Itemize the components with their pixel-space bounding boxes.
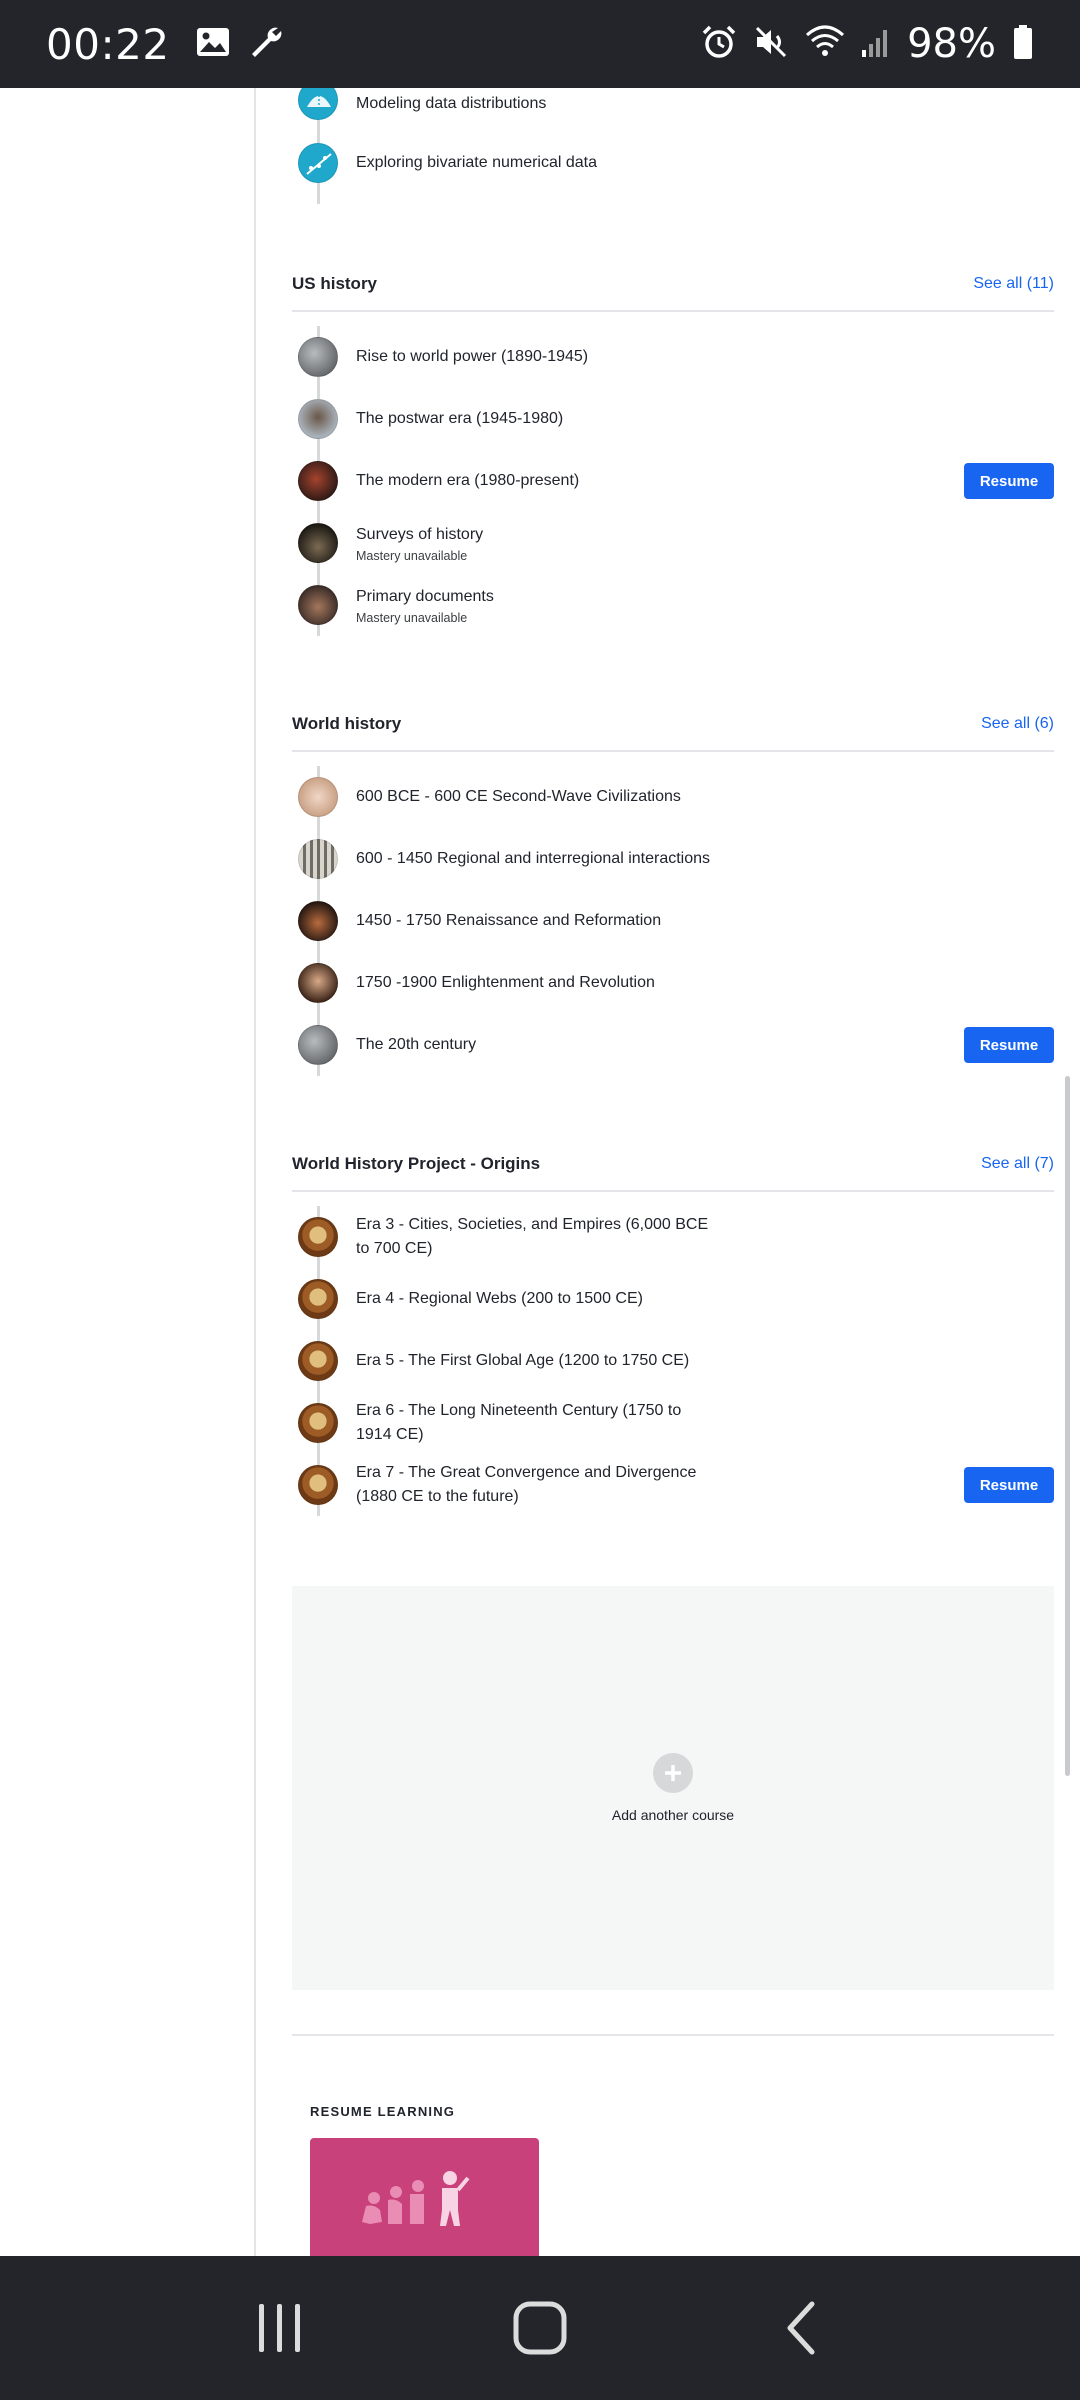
battery-icon [1012,24,1034,65]
mute-icon [753,24,789,65]
section-title[interactable]: US history [292,274,377,294]
math-units-partial: Modeling data distributions Exploring bi… [292,88,1054,204]
unit-title: Rise to world power (1890-1945) [356,348,589,365]
list-item[interactable]: 600 - 1450 Regional and interregional in… [292,828,1054,890]
gallery-icon [196,27,230,62]
unit-thumbnail-icon [298,1403,338,1443]
divider [292,750,1054,752]
unit-title: Primary documents [356,588,494,605]
status-bar: 00:22 98% [0,0,1080,88]
unit-title: 1450 - 1750 Renaissance and Reformation [356,912,662,929]
plus-icon [653,1753,693,1793]
unit-thumbnail-icon [298,901,338,941]
unit-thumbnail-icon [298,1465,338,1505]
unit-thumbnail-icon [298,523,338,563]
system-nav-bar [0,2256,1080,2400]
see-all-link[interactable]: See all (7) [981,1155,1054,1173]
home-icon [513,2301,567,2355]
unit-thumbnail-icon [298,1217,338,1257]
recent-apps-icon [259,2304,300,2352]
unit-title: Surveys of history [356,526,484,543]
list-item[interactable]: Primary documents Mastery unavailable [292,574,1054,636]
signal-icon [861,26,891,63]
divider [292,310,1054,312]
list-item[interactable]: Era 7 - The Great Convergence and Diverg… [292,1454,1054,1516]
list-item[interactable]: The postwar era (1945-1980) [292,388,1054,450]
add-course-label: Add another course [611,1807,735,1823]
list-item[interactable]: Surveys of history Mastery unavailable [292,512,1054,574]
resume-learning-heading: RESUME LEARNING [310,2104,456,2119]
list-item[interactable]: The modern era (1980-present) Resume [292,450,1054,512]
unit-title: 600 - 1450 Regional and interregional in… [356,850,711,867]
list-item[interactable]: Era 5 - The First Global Age (1200 to 17… [292,1330,1054,1392]
alarm-icon [701,24,737,65]
list-item[interactable]: 1750 -1900 Enlightenment and Revolution [292,952,1054,1014]
unit-thumbnail-icon [298,1025,338,1065]
resume-button[interactable]: Resume [964,1027,1054,1063]
evolution-illustration-icon [362,2171,470,2226]
unit-title: Era 3 - Cities, Societies, and Empires (… [356,1216,709,1257]
divider [292,2034,1054,2036]
unit-thumbnail-icon [298,337,338,377]
course-section-world-history: World history See all (6) 600 BCE - 600 … [292,704,1054,1076]
unit-thumbnail-icon [298,777,338,817]
unit-title: Era 7 - The Great Convergence and Diverg… [356,1464,697,1505]
left-rail [0,88,256,2256]
unit-thumbnail-icon [298,963,338,1003]
divider [292,1190,1054,1192]
wrench-icon [248,24,284,65]
list-item[interactable]: Era 6 - The Long Nineteenth Century (175… [292,1392,1054,1454]
list-item[interactable]: Exploring bivariate numerical data [292,132,1054,194]
unit-thumbnail-icon [298,585,338,625]
section-title[interactable]: World History Project - Origins [292,1154,540,1174]
unit-thumbnail-icon [298,461,338,501]
list-item[interactable]: 1450 - 1750 Renaissance and Reformation [292,890,1054,952]
unit-title: Exploring bivariate numerical data [356,154,598,171]
list-item[interactable]: 600 BCE - 600 CE Second-Wave Civilizatio… [292,766,1054,828]
home-button[interactable] [490,2288,590,2368]
unit-thumbnail-icon [298,1341,338,1381]
unit-title: Modeling data distributions [356,95,547,112]
list-item[interactable]: The 20th century Resume [292,1014,1054,1076]
recent-apps-button[interactable] [230,2288,330,2368]
battery-percent: 98% [907,21,996,67]
unit-subtitle: Mastery unavailable [356,549,468,563]
back-button[interactable] [750,2288,850,2368]
status-time: 00:22 [46,19,170,69]
section-title[interactable]: World history [292,714,401,734]
unit-title: The postwar era (1945-1980) [356,410,564,427]
unit-subtitle: Mastery unavailable [356,611,468,625]
list-item[interactable]: Modeling data distributions [292,88,1054,132]
distribution-icon [298,88,338,120]
add-course-card[interactable]: Add another course [292,1586,1054,1990]
unit-title: The 20th century [356,1036,477,1053]
unit-thumbnail-icon [298,839,338,879]
unit-title: Era 5 - The First Global Age (1200 to 17… [356,1352,690,1369]
scrollbar[interactable] [1065,1076,1070,1776]
resume-learning-card[interactable] [310,2138,539,2256]
see-all-link[interactable]: See all (11) [973,275,1054,293]
list-item[interactable]: Rise to world power (1890-1945) [292,326,1054,388]
unit-title: 1750 -1900 Enlightenment and Revolution [356,974,655,991]
see-all-link[interactable]: See all (6) [981,715,1054,733]
scatter-plot-icon [298,143,338,183]
resume-button[interactable]: Resume [964,463,1054,499]
course-section-us-history: US history See all (11) Rise to world po… [292,264,1054,636]
list-item[interactable]: Era 3 - Cities, Societies, and Empires (… [292,1206,1054,1268]
unit-thumbnail-icon [298,1279,338,1319]
unit-title: Era 4 - Regional Webs (200 to 1500 CE) [356,1290,643,1307]
unit-title: Era 6 - The Long Nineteenth Century (175… [356,1402,682,1443]
course-section-world-history-project: World History Project - Origins See all … [292,1144,1054,1516]
unit-thumbnail-icon [298,399,338,439]
back-icon [787,2301,815,2355]
page-content: Modeling data distributions Exploring bi… [0,88,1080,2256]
resume-button[interactable]: Resume [964,1467,1054,1503]
wifi-icon [805,25,845,64]
list-item[interactable]: Era 4 - Regional Webs (200 to 1500 CE) [292,1268,1054,1330]
unit-title: The modern era (1980-present) [356,472,580,489]
unit-title: 600 BCE - 600 CE Second-Wave Civilizatio… [356,788,681,805]
